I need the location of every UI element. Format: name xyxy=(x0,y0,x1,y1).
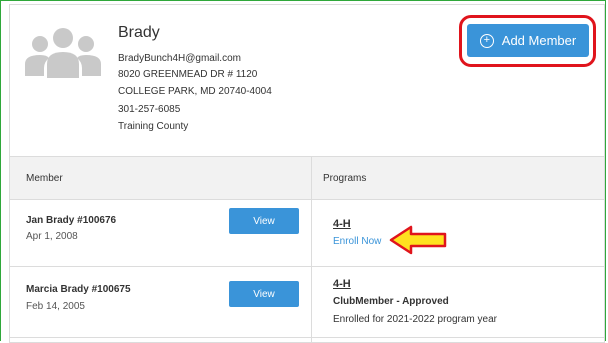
member-dob: Feb 14, 2005 xyxy=(26,301,85,312)
row-divider xyxy=(10,266,604,267)
members-table-header: Member Programs xyxy=(10,156,604,200)
add-member-label: Add Member xyxy=(501,33,577,48)
member-column-header: Member xyxy=(26,173,63,184)
family-avatar-icon xyxy=(25,28,101,78)
family-email: BradyBunch4H@gmail.com xyxy=(118,53,241,64)
program-status: ClubMember - Approved xyxy=(333,296,449,307)
member-name: Jan Brady #100676 xyxy=(26,215,117,226)
view-member-button[interactable]: View xyxy=(229,281,299,307)
view-member-button[interactable]: View xyxy=(229,208,299,234)
family-address-line2: COLLEGE PARK, MD 20740-4004 xyxy=(118,86,272,97)
program-enrollment-year: Enrolled for 2021-2022 program year xyxy=(333,314,497,325)
pointer-arrow-icon xyxy=(389,225,447,255)
family-county: Training County xyxy=(118,121,189,132)
family-name: Brady xyxy=(118,24,160,41)
row-divider xyxy=(10,337,604,338)
programs-column-header: Programs xyxy=(323,173,367,184)
enroll-now-link[interactable]: Enroll Now xyxy=(333,236,381,247)
member-dob: Apr 1, 2008 xyxy=(26,231,78,242)
program-link[interactable]: 4-H xyxy=(333,278,351,290)
member-name: Marcia Brady #100675 xyxy=(26,284,131,295)
add-member-button[interactable]: + Add Member xyxy=(467,24,589,57)
family-address-line1: 8020 GREENMEAD DR # 1120 xyxy=(118,69,258,80)
plus-circle-icon: + xyxy=(479,33,494,48)
family-phone: 301-257-6085 xyxy=(118,104,181,115)
column-divider xyxy=(311,156,312,343)
program-link[interactable]: 4-H xyxy=(333,218,351,230)
